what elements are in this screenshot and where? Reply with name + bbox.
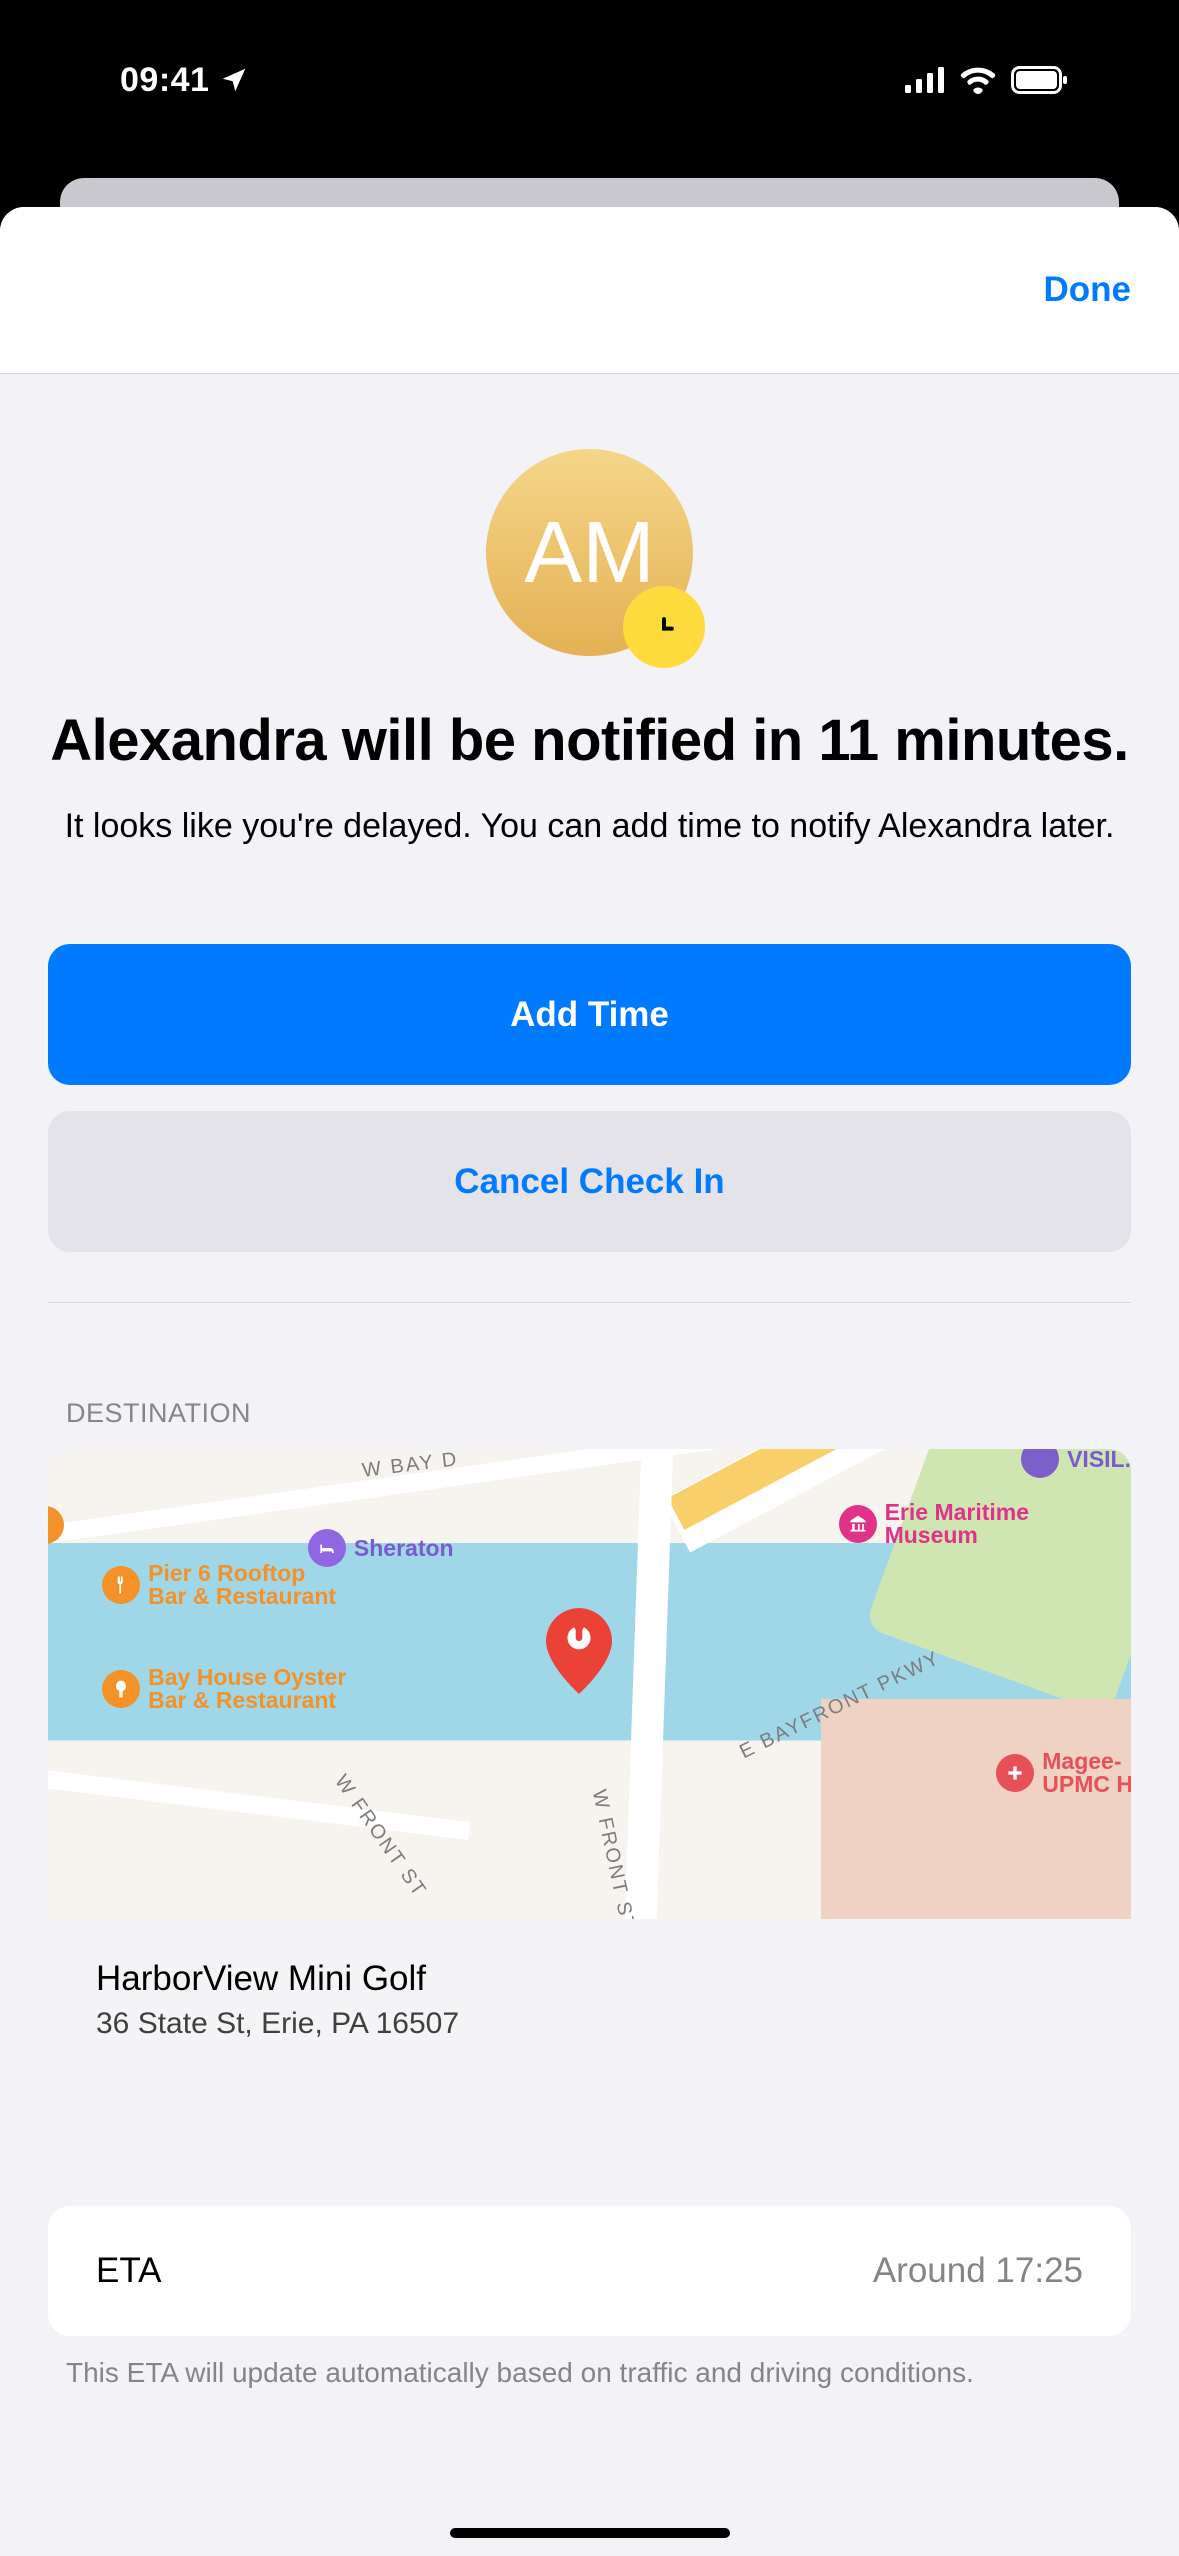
- status-time-group: 09:41: [120, 61, 249, 100]
- fork-knife-icon: [48, 1506, 64, 1544]
- wifi-icon: [959, 66, 997, 94]
- map-poi-edge: [48, 1506, 64, 1544]
- battery-icon: [1011, 66, 1069, 94]
- cellular-icon: [905, 67, 945, 93]
- sheet-header: Done: [0, 207, 1179, 374]
- contact-avatar: AM: [486, 449, 693, 656]
- headline-text: Alexandra will be notified in 11 minutes…: [48, 706, 1131, 776]
- destination-address: 36 State St, Erie, PA 16507: [96, 2007, 1083, 2041]
- home-indicator[interactable]: [450, 2528, 730, 2538]
- museum-icon: [839, 1505, 877, 1543]
- map-poi-magee: Magee-UPMC H: [996, 1750, 1131, 1796]
- map-view[interactable]: W BAY D W FRONT ST W FRONT ST E BAYFRONT…: [48, 1449, 1131, 1919]
- add-time-button[interactable]: Add Time: [48, 944, 1131, 1085]
- info-icon: [1021, 1449, 1059, 1478]
- checkin-sheet: Done AM Alexandra will be notified in 11…: [0, 207, 1179, 2556]
- eta-note: This ETA will update automatically based…: [66, 2354, 1113, 2392]
- hospital-icon: [996, 1754, 1034, 1792]
- status-bar: 09:41: [0, 0, 1179, 160]
- avatar-container: AM: [48, 449, 1131, 656]
- eta-card[interactable]: ETA Around 17:25: [48, 2206, 1131, 2336]
- eta-value: Around 17:25: [873, 2251, 1083, 2291]
- map-poi-museum: Erie MaritimeMuseum: [839, 1501, 1029, 1547]
- status-icons: [905, 66, 1069, 94]
- subtext: It looks like you're delayed. You can ad…: [48, 804, 1131, 850]
- fork-knife-icon: [102, 1670, 140, 1708]
- destination-name: HarborView Mini Golf: [96, 1959, 1083, 1999]
- done-button[interactable]: Done: [1044, 270, 1132, 310]
- avatar-initials: AM: [524, 503, 655, 603]
- location-arrow-icon: [219, 65, 249, 95]
- map-poi-visit: VISIL.: [1021, 1449, 1131, 1478]
- map-poi-bayhouse: Bay House OysterBar & Restaurant: [102, 1666, 346, 1712]
- destination-section-label: DESTINATION: [66, 1398, 1113, 1429]
- map-road-label: W FRONT ST: [329, 1771, 430, 1902]
- fork-knife-icon: [102, 1566, 140, 1604]
- destination-info: HarborView Mini Golf 36 State St, Erie, …: [48, 1919, 1131, 2091]
- status-time: 09:41: [120, 61, 209, 100]
- divider: [48, 1302, 1131, 1303]
- destination-card[interactable]: W BAY D W FRONT ST W FRONT ST E BAYFRONT…: [48, 1449, 1131, 2091]
- eta-label: ETA: [96, 2251, 161, 2291]
- clock-badge-icon: [623, 586, 705, 668]
- map-poi-pier6: Pier 6 RooftopBar & Restaurant: [102, 1562, 336, 1608]
- cancel-checkin-button[interactable]: Cancel Check In: [48, 1111, 1131, 1252]
- destination-pin-icon: [546, 1608, 612, 1694]
